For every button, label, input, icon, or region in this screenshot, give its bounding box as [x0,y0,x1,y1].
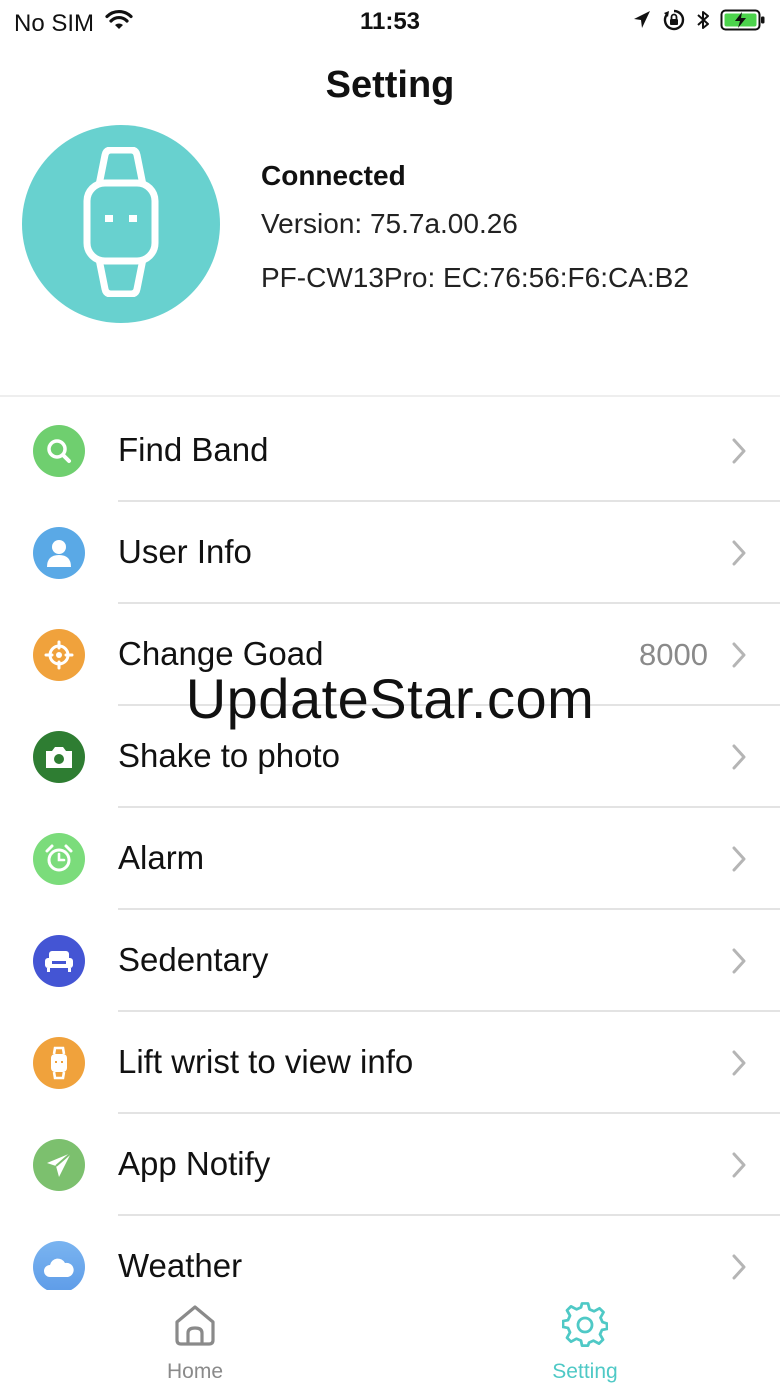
device-mac-address: PF-CW13Pro: EC:76:56:F6:CA:B2 [261,262,689,293]
user-icon [33,527,85,579]
chevron-right-icon [732,948,746,979]
home-icon [0,1302,390,1348]
search-icon [33,425,85,477]
section-divider [0,395,780,397]
tab-label: Home [166,1360,224,1383]
device-avatar [22,125,220,323]
watch-icon [81,146,161,302]
chevron-right-icon [732,438,746,469]
status-bar-right [632,8,766,37]
menu-label: Find Band [118,431,269,468]
orientation-lock-icon [662,8,686,37]
gear-icon [390,1302,780,1348]
menu-item-find-band[interactable]: Find Band [0,400,780,502]
alarm-clock-icon [33,833,85,885]
menu-label: Lift wrist to view info [118,1043,414,1080]
cloud-icon [33,1241,85,1293]
paper-plane-icon [33,1139,85,1191]
menu-item-app-notify[interactable]: App Notify [0,1114,780,1216]
watermark-text: UpdateStar.com [185,667,595,730]
menu-item-user-info[interactable]: User Info [0,502,780,604]
chevron-right-icon [732,1254,746,1285]
menu-item-alarm[interactable]: Alarm [0,808,780,910]
menu-item-lift-wrist[interactable]: Lift wrist to view info [0,1012,780,1114]
tab-bar: Home Setting [0,1290,780,1387]
page-title: Setting [325,64,455,106]
status-bar: No SIM 11:53 [0,0,780,44]
menu-label: Alarm [118,839,205,876]
menu-label: User Info [118,533,252,570]
location-icon [632,9,652,36]
sofa-icon [33,935,85,987]
connection-status: Connected [261,160,406,191]
settings-menu: Find Band User Info Change Goad 8000 Sha… [0,400,780,1318]
watch-icon [33,1037,85,1089]
tab-setting[interactable]: Setting [390,1290,780,1387]
chevron-right-icon [732,1152,746,1183]
menu-item-sedentary[interactable]: Sedentary [0,910,780,1012]
menu-label: Shake to photo [118,737,341,774]
tab-label: Setting [552,1360,618,1383]
bluetooth-icon [696,8,710,37]
chevron-right-icon [732,1050,746,1081]
chevron-right-icon [732,540,746,571]
chevron-right-icon [732,846,746,877]
device-info: Connected Version: 75.7a.00.26 PF-CW13Pr… [261,160,689,294]
menu-label: App Notify [118,1145,271,1182]
tab-home[interactable]: Home [0,1290,390,1387]
firmware-version: Version: 75.7a.00.26 [261,208,518,239]
camera-icon [33,731,85,783]
chevron-right-icon [732,744,746,775]
battery-charging-icon [720,8,766,37]
menu-label: Sedentary [118,941,269,978]
menu-label: Weather [118,1247,243,1284]
